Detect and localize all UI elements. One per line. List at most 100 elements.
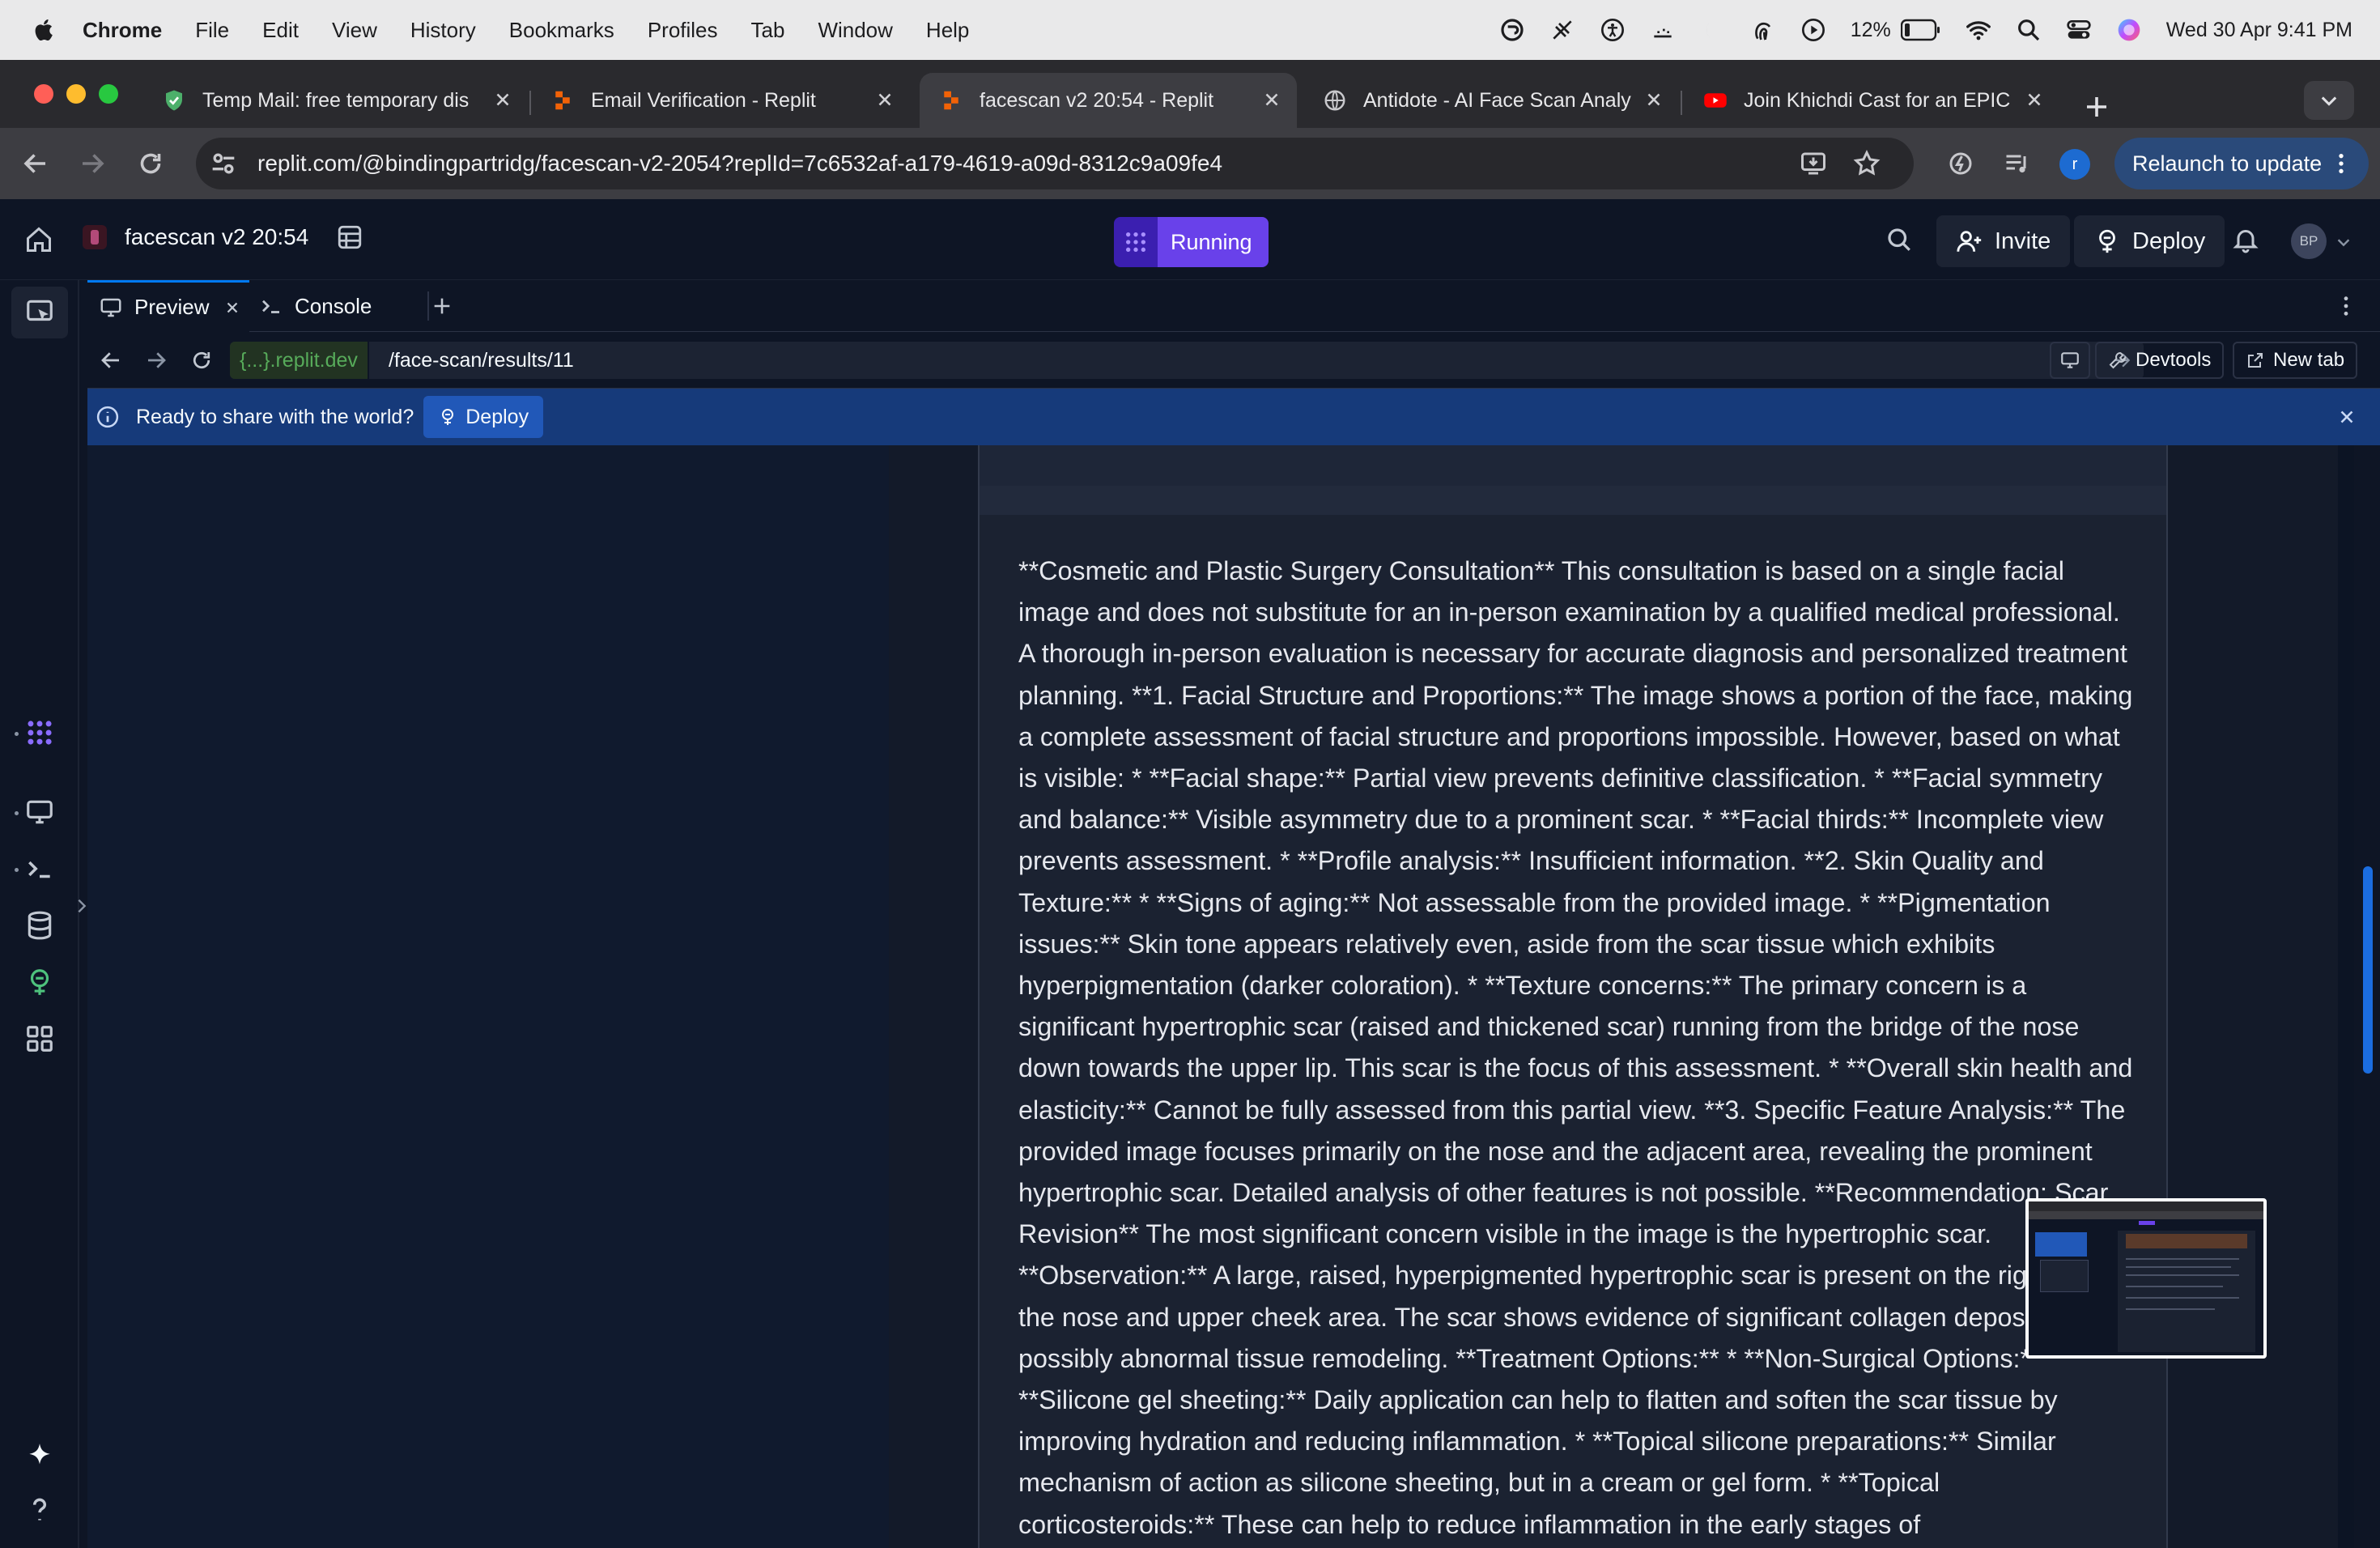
repl-title[interactable]: facescan v2 20:54 <box>83 223 363 251</box>
notification-bell-icon[interactable] <box>2231 225 2260 254</box>
tab-console[interactable]: Console <box>259 280 372 332</box>
scrollbar-thumb[interactable] <box>2363 866 2373 1074</box>
kebab-menu-icon[interactable] <box>2328 151 2354 176</box>
preview-url-field[interactable]: {...}.replit.dev /face-scan/results/11 <box>230 342 2144 379</box>
menubar-clock[interactable]: Wed 30 Apr 9:41 PM <box>2166 19 2352 42</box>
add-tab-plus-icon[interactable] <box>431 295 453 317</box>
reload-icon[interactable] <box>136 149 165 178</box>
run-icon-container <box>1114 217 1158 267</box>
invite-button[interactable]: Invite <box>1936 215 2071 267</box>
apple-logo-icon[interactable] <box>31 16 58 44</box>
run-status-button[interactable]: Running <box>1114 217 1269 267</box>
device-preview-button[interactable] <box>2050 342 2090 379</box>
terminal-icon <box>262 300 279 313</box>
browser-tab-youtube[interactable]: Join Khichdi Cast for an EPIC <box>1684 73 2059 128</box>
devtools-label: Devtools <box>2136 349 2212 371</box>
running-grid-icon <box>1126 232 1145 252</box>
close-tab-icon[interactable] <box>874 89 895 110</box>
control-center-icon[interactable] <box>2066 17 2092 43</box>
back-arrow-icon[interactable] <box>21 149 50 178</box>
invite-label: Invite <box>1995 228 2051 254</box>
accessibility-icon[interactable] <box>1600 17 1626 43</box>
spotlight-search-icon[interactable] <box>2016 17 2042 43</box>
deployments-icon[interactable] <box>24 967 55 997</box>
user-avatar[interactable]: BP <box>2291 223 2327 259</box>
menu-view[interactable]: View <box>332 18 377 43</box>
browser-tab-antidote[interactable]: Antidote - AI Face Scan Analy <box>1303 73 1679 128</box>
extension-icon[interactable] <box>1946 149 1975 178</box>
preview-forward-icon[interactable] <box>144 348 168 372</box>
address-bar[interactable]: replit.com/@bindingpartridg/facescan-v2-… <box>196 138 1914 189</box>
bookmark-star-icon[interactable] <box>1852 149 1881 178</box>
menu-app-name[interactable]: Chrome <box>83 18 162 43</box>
menu-bookmarks[interactable]: Bookmarks <box>509 18 614 43</box>
preview-domain: {...}.replit.dev <box>230 342 369 379</box>
moon-icon[interactable] <box>1700 17 1726 43</box>
preview-reload-icon[interactable] <box>189 348 214 372</box>
monitor-icon[interactable] <box>24 797 55 827</box>
thumb-tabbar <box>2029 1201 2263 1211</box>
preview-scrollbar[interactable] <box>2354 445 2380 1548</box>
tab-preview[interactable]: Preview <box>87 280 249 332</box>
database-icon[interactable] <box>24 910 55 941</box>
preview-back-icon[interactable] <box>99 348 123 372</box>
preview-cursor-icon[interactable] <box>24 296 55 327</box>
menu-window[interactable]: Window <box>818 18 892 43</box>
tab-title: Antidote - AI Face Scan Analy <box>1363 88 1631 112</box>
files-panel-icon[interactable] <box>336 223 363 251</box>
fingerprint-icon[interactable] <box>1750 17 1776 43</box>
browser-tab-facescan[interactable]: facescan v2 20:54 - Replit <box>920 73 1297 128</box>
tab-search-button[interactable] <box>2304 81 2354 120</box>
menu-file[interactable]: File <box>195 18 229 43</box>
terminal-icon[interactable] <box>24 853 55 884</box>
pane-kebab-menu-icon[interactable] <box>2333 293 2359 319</box>
media-controls-icon[interactable] <box>2003 149 2032 178</box>
browser-tab-temp-mail[interactable]: Temp Mail: free temporary dis <box>142 73 528 128</box>
close-icon[interactable] <box>2336 406 2357 427</box>
deploy-button[interactable]: Deploy <box>2074 215 2225 267</box>
menu-history[interactable]: History <box>410 18 476 43</box>
menu-help[interactable]: Help <box>926 18 969 43</box>
relaunch-to-update-button[interactable]: Relaunch to update <box>2114 138 2369 189</box>
close-tab-icon[interactable] <box>1643 89 1664 110</box>
menu-edit[interactable]: Edit <box>262 18 299 43</box>
menu-tab[interactable]: Tab <box>751 18 785 43</box>
forward-arrow-icon[interactable] <box>78 149 107 178</box>
mute-icon[interactable] <box>1549 17 1575 43</box>
site-settings-icon[interactable] <box>207 147 240 180</box>
battery-icon[interactable] <box>1900 19 1941 41</box>
close-tab-icon[interactable] <box>1261 89 1282 110</box>
profile-avatar[interactable]: r <box>2059 149 2090 180</box>
chevron-down-icon[interactable] <box>2335 233 2352 251</box>
zoom-window-button[interactable] <box>99 84 118 104</box>
agent-grid-icon[interactable] <box>24 717 55 748</box>
play-circle-icon[interactable] <box>1800 17 1826 43</box>
all-tools-grid-icon[interactable] <box>24 1023 55 1054</box>
help-question-icon[interactable] <box>24 1495 55 1525</box>
wifi-icon[interactable] <box>1966 17 1991 43</box>
close-window-button[interactable] <box>34 84 53 104</box>
new-tab-plus-icon[interactable] <box>2082 92 2111 121</box>
close-tab-icon[interactable] <box>223 299 241 317</box>
minimize-window-button[interactable] <box>66 84 86 104</box>
weather-icon[interactable] <box>1650 17 1676 43</box>
tab-title: facescan v2 20:54 - Replit <box>980 88 1214 112</box>
add-user-icon <box>1957 231 1982 252</box>
sparkle-icon[interactable] <box>24 1441 55 1472</box>
window-thumbnail-preview[interactable] <box>2025 1198 2267 1359</box>
browser-tab-email-verification[interactable]: Email Verification - Replit <box>531 73 910 128</box>
new-tab-button[interactable]: New tab <box>2233 342 2358 379</box>
search-icon[interactable] <box>1885 225 1914 254</box>
pinwheel-icon[interactable] <box>1499 17 1525 43</box>
home-icon[interactable] <box>24 225 53 254</box>
banner-deploy-button[interactable]: Deploy <box>423 396 544 438</box>
close-tab-icon[interactable] <box>492 89 513 110</box>
install-app-icon[interactable] <box>1799 149 1828 178</box>
monitor-icon <box>2061 352 2079 368</box>
close-tab-icon[interactable] <box>2024 89 2045 110</box>
siri-icon[interactable] <box>2116 17 2142 43</box>
thumb-toolbar <box>2029 1211 2263 1219</box>
menu-profiles[interactable]: Profiles <box>648 18 718 43</box>
devtools-button[interactable]: Devtools <box>2095 342 2225 379</box>
thumb-banner <box>2035 1232 2087 1257</box>
